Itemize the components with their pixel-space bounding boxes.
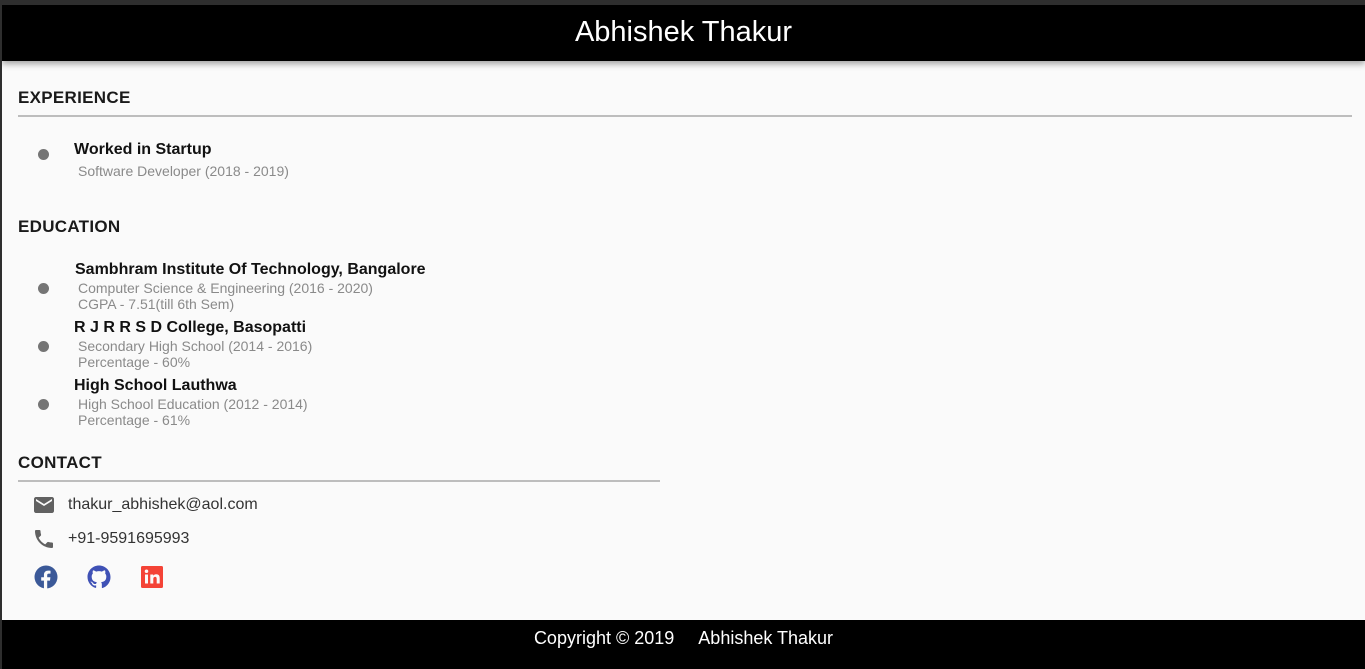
page-title: Abhishek Thakur bbox=[574, 16, 793, 48]
phone-icon bbox=[35, 530, 53, 548]
email-icon bbox=[34, 497, 54, 513]
experience-item-title: Worked in Startup bbox=[74, 141, 212, 158]
experience-item-detail: Software Developer (2018 - 2019) bbox=[78, 163, 289, 179]
contact-divider bbox=[18, 480, 660, 482]
footer-copyright: Copyright © 2019 bbox=[533, 628, 675, 648]
bullet-icon bbox=[38, 399, 49, 410]
resume-page: Abhishek Thakur EXPERIENCE Worked in Sta… bbox=[2, 5, 1365, 669]
contact-phone-row: +91-9591695993 bbox=[32, 527, 189, 551]
education-item-title: Sambhram Institute Of Technology, Bangal… bbox=[75, 261, 426, 278]
footer: Copyright © 2019 Abhishek Thakur bbox=[2, 620, 1365, 669]
education-item-title: R J R R S D College, Basopatti bbox=[74, 319, 307, 336]
education-item-title: High School Lauthwa bbox=[74, 377, 237, 394]
education-item-detail: Secondary High School (2014 - 2016) bbox=[78, 338, 313, 354]
education-item-detail: Percentage - 61% bbox=[78, 412, 191, 428]
education-item-detail: Percentage - 60% bbox=[78, 354, 191, 370]
bullet-icon bbox=[38, 283, 49, 294]
education-heading: EDUCATION bbox=[18, 217, 121, 236]
education-item-detail: Computer Science & Engineering (2016 - 2… bbox=[78, 280, 373, 296]
bullet-icon bbox=[38, 341, 49, 352]
experience-divider bbox=[18, 115, 1352, 117]
app-header: Abhishek Thakur bbox=[2, 5, 1365, 61]
facebook-icon[interactable] bbox=[34, 565, 58, 589]
contact-email[interactable]: thakur_abhishek@aol.com bbox=[68, 496, 258, 514]
contact-email-row: thakur_abhishek@aol.com bbox=[32, 493, 258, 517]
contact-heading: CONTACT bbox=[18, 453, 102, 472]
github-icon[interactable] bbox=[87, 565, 111, 589]
education-item-detail: CGPA - 7.51(till 6th Sem) bbox=[78, 296, 235, 312]
education-item-detail: High School Education (2012 - 2014) bbox=[78, 396, 308, 412]
contact-phone[interactable]: +91-9591695993 bbox=[68, 530, 189, 548]
experience-heading: EXPERIENCE bbox=[18, 88, 131, 107]
linkedin-icon[interactable] bbox=[140, 565, 164, 589]
bullet-icon bbox=[38, 149, 49, 160]
footer-name: Abhishek Thakur bbox=[698, 628, 834, 648]
